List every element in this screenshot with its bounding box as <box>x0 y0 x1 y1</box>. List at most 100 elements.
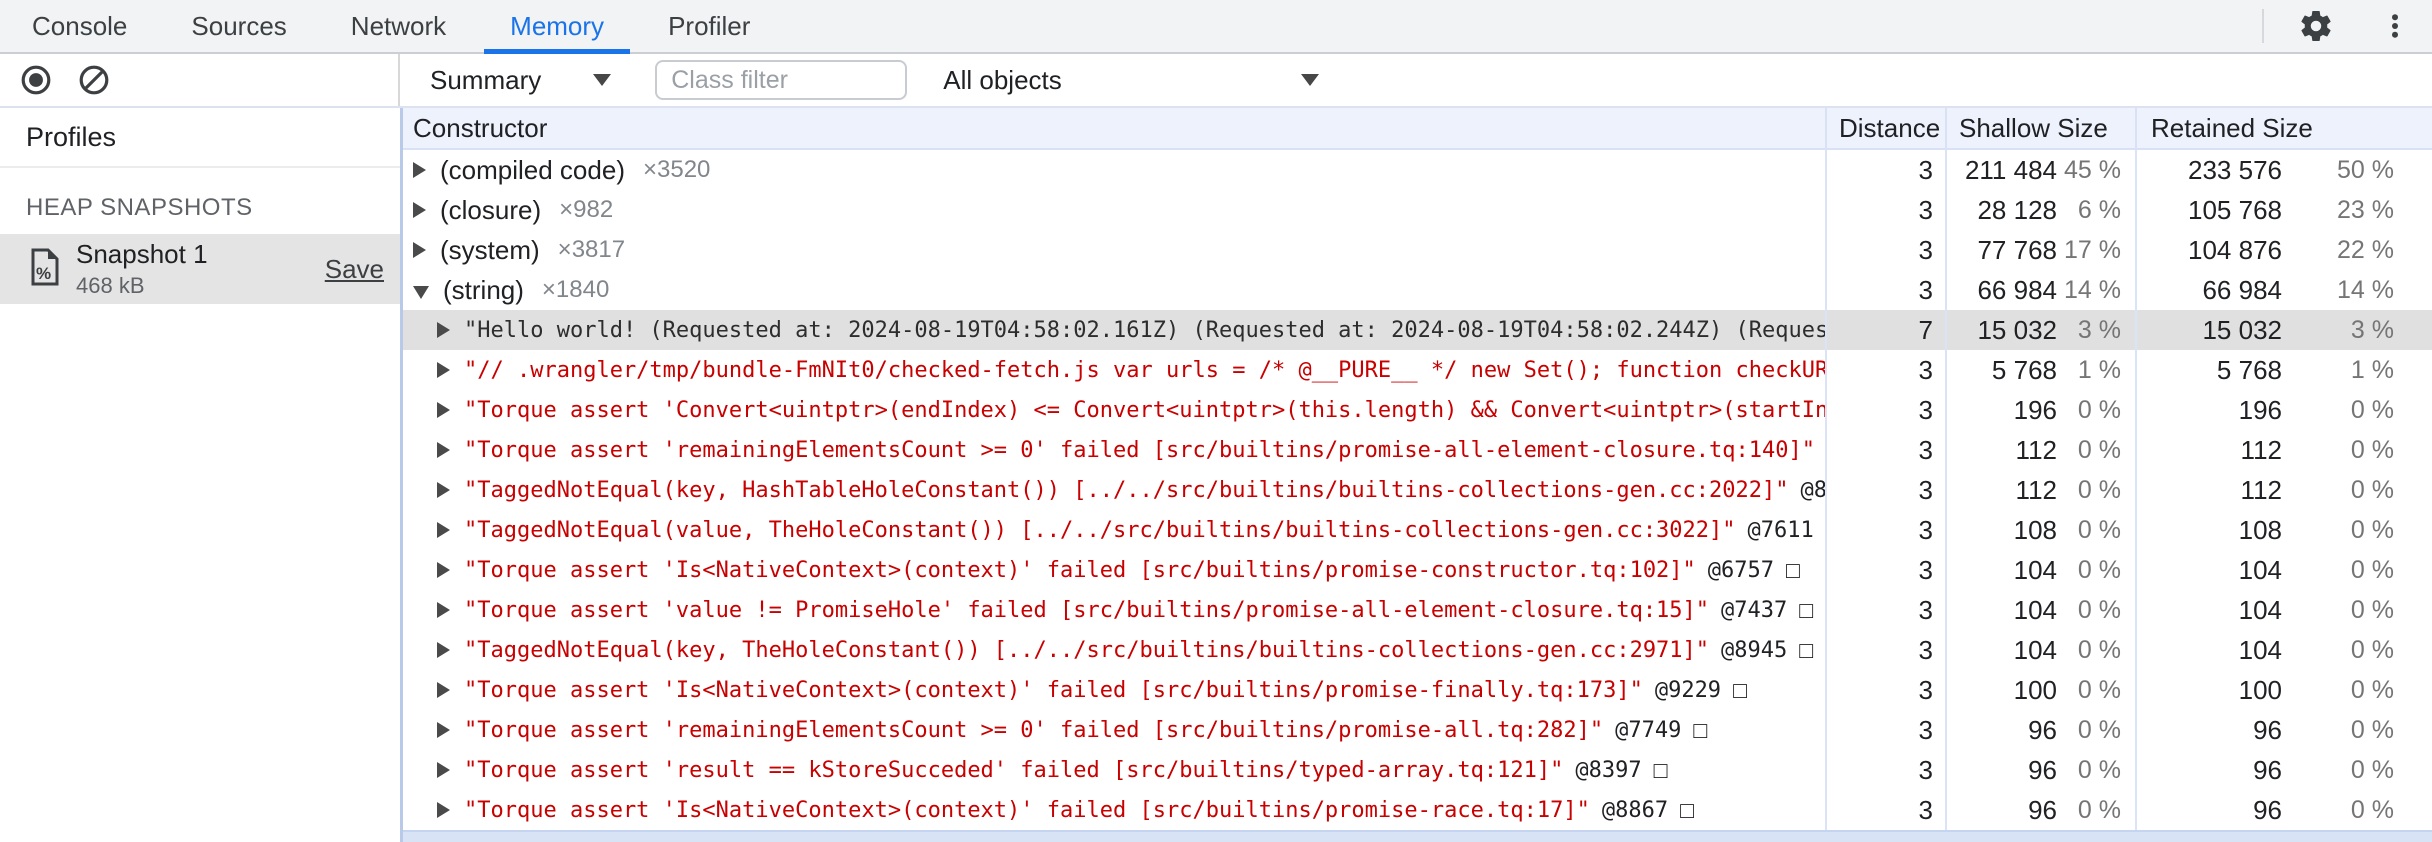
retained-size-cell: 112 0 % <box>2135 470 2432 510</box>
expand-arrow-icon[interactable] <box>437 682 450 698</box>
instance-count: ×3817 <box>557 236 626 263</box>
expand-arrow-icon[interactable] <box>413 242 426 258</box>
tab-bar-right-controls <box>2262 0 2432 52</box>
placeholder-glyph-icon: □ <box>1693 716 1708 743</box>
expand-arrow-icon[interactable] <box>437 402 450 418</box>
shallow-size-cell: 108 0 % <box>1945 510 2135 550</box>
column-header-shallow-size[interactable]: Shallow Size <box>1945 108 2135 148</box>
shallow-size-percent: 0 % <box>2077 475 2121 504</box>
shallow-size-cell: 96 0 % <box>1945 750 2135 790</box>
more-options-kebab-icon[interactable] <box>2380 11 2410 41</box>
tab-profiler[interactable]: Profiler <box>636 0 782 52</box>
retained-size-value: 100 <box>2238 674 2282 705</box>
expand-arrow-icon[interactable] <box>437 322 450 338</box>
retained-size-percent: 0 % <box>2350 515 2394 544</box>
grid-row[interactable]: "Torque assert 'Is<NativeContext>(contex… <box>403 670 2432 710</box>
object-id: @8 <box>1800 477 1825 503</box>
placeholder-glyph-icon: □ <box>1799 596 1814 623</box>
expand-arrow-icon[interactable] <box>437 802 450 818</box>
grid-row[interactable]: "Torque assert 'result == kStoreSucceded… <box>403 750 2432 790</box>
tab-console[interactable]: Console <box>0 0 159 52</box>
class-filter-input[interactable] <box>655 60 908 100</box>
grid-row[interactable]: "Hello world! (Requested at: 2024-08-19T… <box>403 310 2432 350</box>
clear-profiles-icon[interactable] <box>78 64 110 96</box>
placeholder-glyph-icon: □ <box>1786 556 1800 583</box>
grid-row[interactable]: "Torque assert 'Convert<uintptr>(endInde… <box>403 390 2432 430</box>
grid-row[interactable]: "Torque assert 'remainingElementsCount >… <box>403 430 2432 470</box>
retained-size-percent: 3 % <box>2350 315 2394 344</box>
retained-size-value: 96 <box>2253 714 2282 745</box>
string-value: "Torque assert 'value != PromiseHole' fa… <box>464 597 1710 623</box>
grid-row[interactable]: "TaggedNotEqual(key, TheHoleConstant()) … <box>403 630 2432 670</box>
expand-arrow-icon[interactable] <box>437 762 450 778</box>
retained-size-value: 104 <box>2238 554 2282 585</box>
grid-row[interactable]: "Torque assert 'Is<NativeContext>(contex… <box>403 550 2432 590</box>
collapse-arrow-icon[interactable] <box>413 285 429 299</box>
retained-size-cell: 104 0 % <box>2135 550 2432 590</box>
shallow-size-value: 5 768 <box>1991 354 2057 385</box>
svg-text:%: % <box>36 264 51 283</box>
grid-row[interactable]: (compiled code) ×3520 3 211 484 45 % 233 576 5… <box>403 150 2432 190</box>
shallow-size-cell: 100 0 % <box>1945 670 2135 710</box>
retained-size-value: 5 768 <box>2216 354 2282 385</box>
expand-arrow-icon[interactable] <box>413 162 426 178</box>
expand-arrow-icon[interactable] <box>437 722 450 738</box>
retained-size-percent: 0 % <box>2350 715 2394 744</box>
retained-size-cell: 5 768 1 % <box>2135 350 2432 390</box>
expand-arrow-icon[interactable] <box>413 202 426 218</box>
grid-row[interactable]: "// .wrangler/tmp/bundle-FmNIt0/checked-… <box>403 350 2432 390</box>
snapshot-list-item[interactable]: % Snapshot 1 468 kB Save <box>0 234 400 304</box>
shallow-size-cell: 96 0 % <box>1945 790 2135 830</box>
profile-actions <box>0 54 400 106</box>
expand-arrow-icon[interactable] <box>437 482 450 498</box>
perspective-dropdown[interactable]: Summary <box>430 65 612 96</box>
grid-row[interactable]: "Torque assert 'remainingElementsCount >… <box>403 710 2432 750</box>
expand-arrow-icon[interactable] <box>437 522 450 538</box>
shallow-size-value: 112 <box>2015 474 2057 505</box>
shallow-size-cell: 5 768 1 % <box>1945 350 2135 390</box>
objects-scope-dropdown[interactable]: All objects <box>943 65 1320 96</box>
grid-row[interactable]: "Torque assert 'Is<NativeContext>(contex… <box>403 790 2432 830</box>
constructor-cell: (system) ×3817 <box>403 230 1825 270</box>
constructor-cell: "Hello world! (Requested at: 2024-08-19T… <box>403 310 1825 350</box>
column-header-retained-size[interactable]: Retained Size <box>2135 108 2432 148</box>
expand-arrow-icon[interactable] <box>437 362 450 378</box>
expand-arrow-icon[interactable] <box>437 602 450 618</box>
constructor-cell: "TaggedNotEqual(value, TheHoleConstant()… <box>403 510 1825 550</box>
constructor-cell: "TaggedNotEqual(key, HashTableHoleConsta… <box>403 470 1825 510</box>
grid-row[interactable]: "TaggedNotEqual(value, TheHoleConstant()… <box>403 510 2432 550</box>
placeholder-glyph-icon: □ <box>1799 636 1814 663</box>
object-id: @7437 <box>1721 597 1788 623</box>
shallow-size-value: 104 <box>2013 554 2057 585</box>
tab-network[interactable]: Network <box>319 0 478 52</box>
tab-sources[interactable]: Sources <box>159 0 318 52</box>
string-value: "Torque assert 'remainingElementsCount >… <box>464 437 1816 463</box>
distance-cell: 3 <box>1825 670 1945 710</box>
shallow-size-cell: 196 0 % <box>1945 390 2135 430</box>
expand-arrow-icon[interactable] <box>437 562 450 578</box>
retained-size-cell: 96 0 % <box>2135 790 2432 830</box>
column-header-constructor[interactable]: Constructor <box>403 108 1825 148</box>
tab-memory[interactable]: Memory <box>478 0 636 54</box>
shallow-size-cell: 211 484 45 % <box>1945 150 2135 190</box>
retained-size-value: 104 <box>2238 594 2282 625</box>
distance-cell: 3 <box>1825 390 1945 430</box>
grid-row[interactable]: "TaggedNotEqual(key, HashTableHoleConsta… <box>403 470 2432 510</box>
retained-size-cell: 104 0 % <box>2135 630 2432 670</box>
take-heap-snapshot-icon[interactable] <box>20 64 52 96</box>
retained-size-cell: 196 0 % <box>2135 390 2432 430</box>
distance-cell: 3 <box>1825 150 1945 190</box>
constructor-name: (system) <box>440 234 540 265</box>
shallow-size-percent: 45 % <box>2064 155 2121 184</box>
column-header-distance[interactable]: Distance <box>1825 108 1945 148</box>
save-snapshot-link[interactable]: Save <box>325 254 384 285</box>
settings-gear-icon[interactable] <box>2298 8 2334 44</box>
grid-row[interactable]: (system) ×3817 3 77 768 17 % 104 876 22 % <box>403 230 2432 270</box>
grid-row[interactable]: "Torque assert 'value != PromiseHole' fa… <box>403 590 2432 630</box>
string-value: "// .wrangler/tmp/bundle-FmNIt0/checked-… <box>464 357 1825 383</box>
grid-row[interactable]: (string) ×1840 3 66 984 14 % 66 984 14 % <box>403 270 2432 310</box>
retained-size-cell: 108 0 % <box>2135 510 2432 550</box>
grid-row[interactable]: (closure) ×982 3 28 128 6 % 105 768 23 % <box>403 190 2432 230</box>
expand-arrow-icon[interactable] <box>437 642 450 658</box>
expand-arrow-icon[interactable] <box>437 442 450 458</box>
